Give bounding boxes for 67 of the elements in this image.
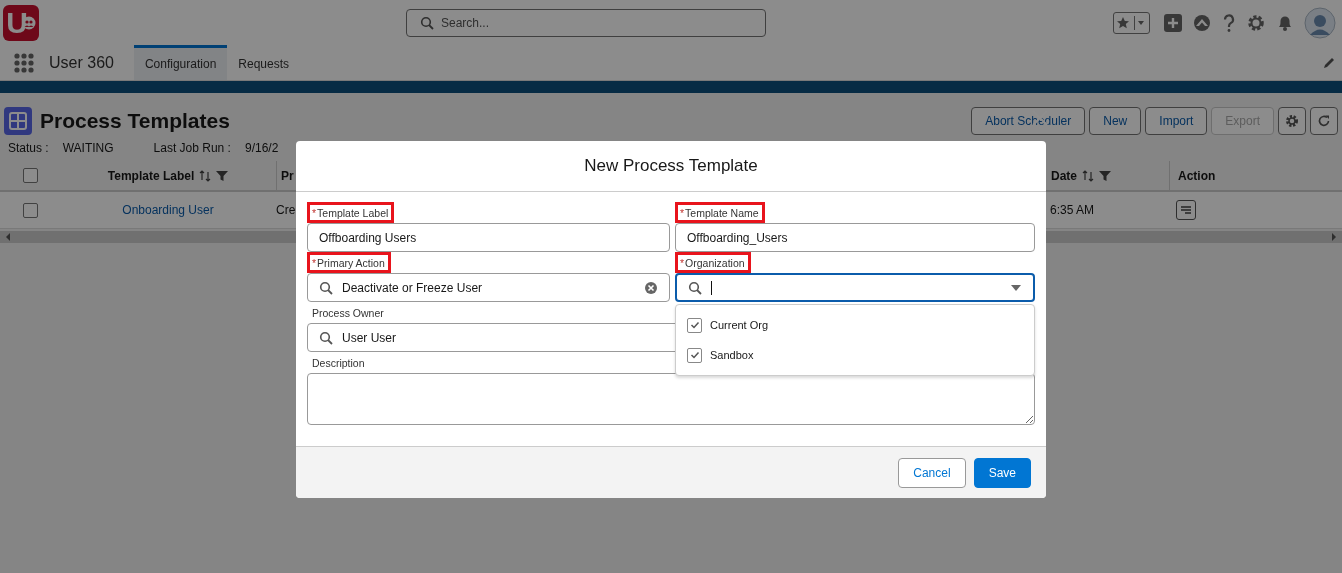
search-icon bbox=[420, 15, 434, 30]
star-icon bbox=[1116, 15, 1130, 30]
checkbox[interactable] bbox=[22, 168, 38, 183]
clear-icon[interactable] bbox=[644, 280, 658, 295]
field-label: *Primary Action bbox=[307, 252, 391, 273]
text-field[interactable]: Offboarding_Users bbox=[675, 223, 1035, 252]
field-label: *Organization bbox=[675, 252, 751, 273]
table-cell: 6:35 AM bbox=[1050, 203, 1095, 217]
column-header[interactable]: Action bbox=[1178, 168, 1216, 183]
settings-button[interactable] bbox=[1278, 107, 1306, 135]
settings-icon[interactable] bbox=[1246, 12, 1266, 33]
nav-tab[interactable]: Configuration bbox=[133, 45, 228, 80]
list-icon bbox=[1180, 204, 1192, 216]
left-arrow-icon bbox=[4, 232, 12, 242]
action-button[interactable] bbox=[1176, 200, 1196, 220]
combobox-field[interactable] bbox=[675, 273, 1035, 302]
refresh-button[interactable] bbox=[1310, 107, 1338, 135]
sort-icon[interactable] bbox=[1082, 169, 1094, 182]
search-icon bbox=[688, 280, 702, 295]
sort-icon[interactable] bbox=[199, 169, 212, 182]
field-label: Process Owner bbox=[311, 306, 385, 321]
add-icon[interactable] bbox=[1163, 12, 1183, 33]
search-field[interactable]: Search... bbox=[406, 8, 766, 37]
pencil-icon[interactable] bbox=[1322, 55, 1336, 70]
text-field[interactable]: Offboarding Users bbox=[307, 223, 670, 252]
record-link[interactable]: Onboarding User bbox=[122, 203, 214, 217]
favorites-button[interactable] bbox=[1113, 11, 1150, 34]
filter-icon[interactable] bbox=[216, 169, 229, 182]
page-title: Process Templates bbox=[40, 109, 230, 133]
text-area[interactable] bbox=[307, 373, 1035, 425]
column-header[interactable]: Pr bbox=[281, 168, 294, 183]
toolbar-button[interactable]: Abort Scheduler bbox=[971, 107, 1086, 135]
status-label: Last Job Run : bbox=[153, 141, 231, 155]
caret-icon bbox=[1134, 15, 1147, 30]
app-name: User 360 bbox=[49, 53, 114, 72]
field-label: *Template Label bbox=[307, 202, 395, 223]
avatar-icon[interactable] bbox=[1304, 6, 1336, 39]
field-label: Description bbox=[311, 356, 366, 371]
save-button[interactable]: Save bbox=[973, 457, 1031, 488]
filter-icon[interactable] bbox=[1099, 169, 1111, 182]
nav-tab[interactable]: Requests bbox=[227, 45, 300, 80]
settings-icon bbox=[1285, 114, 1299, 128]
grid-icon bbox=[4, 107, 32, 135]
checkbox[interactable] bbox=[687, 317, 702, 333]
status-value: 9/16/2 bbox=[244, 141, 279, 155]
lookup-field[interactable]: Deactivate or Freeze User bbox=[307, 273, 670, 302]
check-icon bbox=[689, 320, 700, 330]
right-arrow-icon bbox=[1330, 232, 1338, 242]
column-header[interactable]: Date bbox=[1051, 168, 1077, 183]
search-icon bbox=[319, 280, 333, 295]
status-value: WAITING bbox=[62, 141, 114, 155]
search-icon bbox=[319, 330, 333, 345]
mountain-icon[interactable] bbox=[1192, 12, 1212, 33]
checkbox[interactable] bbox=[22, 202, 38, 218]
check-icon bbox=[689, 350, 700, 360]
checkbox[interactable] bbox=[687, 347, 702, 363]
toolbar-button[interactable]: Import bbox=[1145, 107, 1208, 135]
help-icon[interactable] bbox=[1221, 12, 1237, 33]
cancel-button[interactable]: Cancel bbox=[898, 457, 966, 488]
column-header[interactable]: Template Label bbox=[107, 168, 195, 183]
field-label: *Template Name bbox=[675, 202, 765, 223]
app-launcher-icon[interactable] bbox=[14, 52, 34, 73]
refresh-icon bbox=[1317, 114, 1331, 128]
toolbar-button[interactable]: New bbox=[1089, 107, 1142, 135]
status-label: Status : bbox=[8, 141, 49, 155]
table-cell: Cre bbox=[276, 203, 296, 217]
modal-title: New Process Template bbox=[584, 156, 758, 176]
